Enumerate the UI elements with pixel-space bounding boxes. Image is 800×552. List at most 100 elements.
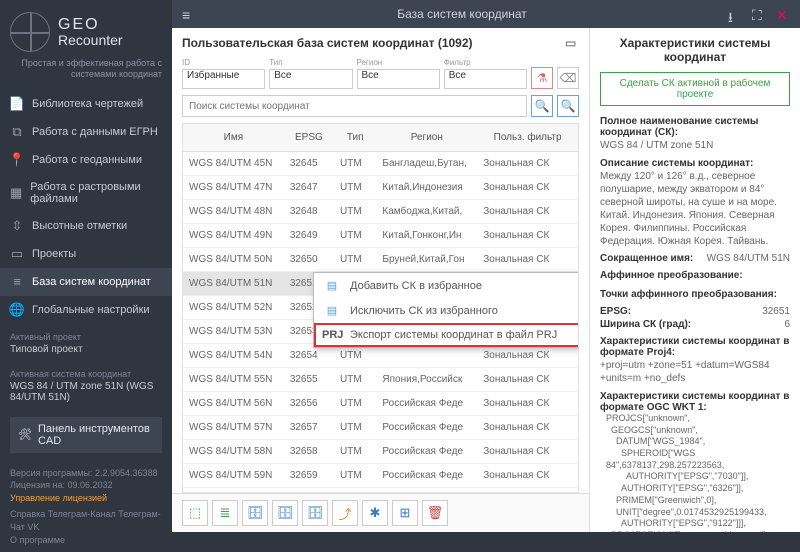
search-settings-icon[interactable]: 🔍 [557,95,579,117]
ctx-remove-favorite[interactable]: ▤Исключить СК из избранного [314,298,579,323]
cell: Бангладеш,Бутан, [376,152,477,176]
cell: Зональная СК [477,176,578,200]
col-header[interactable]: EPSG [284,124,334,152]
brand-tagline: Простая и эффективная работа с системами… [0,56,172,90]
cs-table-wrap: ИмяEPSGТипРегионПольз. фильтр WGS 84/UTM… [182,123,579,493]
menu-icon[interactable]: ≡ [182,7,196,21]
filter-user-select[interactable]: Все [444,69,527,89]
brand-line1: GEO [58,17,123,33]
nav-icon: ▦ [10,186,22,200]
tb-db5[interactable]: 🗄 [302,500,328,526]
table-row[interactable]: WGS 84/UTM 58N32658UTMРоссийская ФедеЗон… [183,440,578,464]
ctx-add-favorite[interactable]: ▤Добавить СК в избранное [314,273,579,298]
nav-item-0[interactable]: 📄Библиотека чертежей [0,90,172,118]
table-title: Пользовательская база систем координат (… [182,36,473,50]
col-header[interactable]: Тип [334,124,376,152]
filter-user-label: Фильтр [444,58,527,67]
prop-desc-label: Описание системы координат: [600,158,790,169]
main-nav: 📄Библиотека чертежей⧉Работа с данными ЕГ… [0,90,172,324]
tb-db3[interactable]: 🗄 [242,500,268,526]
nav-item-5[interactable]: ▭Проекты [0,240,172,268]
cell: UTM [334,152,376,176]
table-row[interactable]: WGS 84/UTM 55N32655UTMЯпония,РоссийскЗон… [183,368,578,392]
prop-aff-label: Аффинное преобразование: [600,270,790,281]
cell: 32658 [284,440,334,464]
table-row[interactable]: WGS 84/UTM 59N32659UTMРоссийская ФедеЗон… [183,464,578,488]
tb-net[interactable]: ✱ [362,500,388,526]
tb-db2[interactable]: ≣ [212,500,238,526]
nav-icon: 🌐 [10,303,24,317]
nav-label: Высотные отметки [32,220,127,232]
cell: 32656 [284,392,334,416]
filter-id-select[interactable]: Избранные [182,69,265,89]
manage-license-link[interactable]: Управление лицензией [10,492,162,505]
filter-clear-icon[interactable]: ⌫ [557,67,579,89]
prop-width-label: Ширина СК (град): [600,319,691,330]
cell: UTM [334,248,376,272]
cell: 32659 [284,464,334,488]
nav-item-3[interactable]: ▦ Работа с растровыми файлами [0,174,172,212]
col-header[interactable]: Польз. фильтр [477,124,578,152]
nav-label: База систем координат [32,276,151,288]
nav-item-6[interactable]: ≡База систем координат [0,268,172,296]
cell: WGS 84/UTM 51N [183,272,284,296]
table-row[interactable]: WGS 84/UTM 50N32650UTMБруней,Китай,ГонЗо… [183,248,578,272]
filter-id-label: ID [182,58,265,67]
table-row[interactable]: WGS 84/UTM 48N32648UTMКамбоджа,Китай,Зон… [183,200,578,224]
active-project-value: Типовой проект [0,344,172,361]
col-header[interactable]: Регион [376,124,477,152]
download-icon[interactable]: ⭳ [728,7,742,21]
table-row[interactable]: WGS 84/UTM 45N32645UTMБангладеш,Бутан,Зо… [183,152,578,176]
nav-icon: ⇳ [10,219,24,233]
cad-tools-button[interactable]: 🛠Панель инструментов CAD [10,417,162,453]
nav-item-4[interactable]: ⇳ Высотные отметки [0,212,172,240]
cell: WGS 84/UTM 48N [183,200,284,224]
cell: WGS 84/UTM 58N [183,440,284,464]
table-row[interactable]: WGS 84/UTM 56N32656UTMРоссийская ФедеЗон… [183,392,578,416]
nav-item-2[interactable]: 📍Работа с геоданными [0,146,172,174]
about-link[interactable]: О программе [10,534,162,547]
search-icon[interactable]: 🔍 [531,95,553,117]
center-panel: Пользовательская база систем координат (… [172,28,590,532]
nav-label: Работа с растровыми файлами [30,181,162,205]
tb-grid[interactable]: ⊞ [392,500,418,526]
filter-funnel-icon[interactable]: ⚗ [531,67,553,89]
cell: WGS 84/UTM 45N [183,152,284,176]
prop-name-label: Полное наименование системы координат (С… [600,116,790,138]
filter-region-select[interactable]: Все [357,69,440,89]
cell: WGS 84/UTM 56N [183,392,284,416]
prop-epsg-label: EPSG: [600,306,631,317]
nav-label: Работа с данными ЕГРН [32,126,158,138]
nav-item-1[interactable]: ⧉Работа с данными ЕГРН [0,118,172,146]
table-row[interactable]: WGS 84/UTM 47N32647UTMКитай,ИндонезияЗон… [183,176,578,200]
ctx-export-prj[interactable]: PRJЭкспорт системы координат в файл PRJ [314,323,579,347]
tb-export[interactable]: ⤴ [332,500,358,526]
nav-label: Глобальные настройки [32,304,150,316]
close-icon[interactable]: ✕ [776,7,790,21]
make-active-button[interactable]: Сделать СК активной в рабочем проекте [600,72,790,106]
cell: 32648 [284,200,334,224]
filter-type-select[interactable]: Все [269,69,352,89]
sidebar: GEO Recounter Простая и эффективная рабо… [0,0,172,532]
fullscreen-icon[interactable]: ⛶ [752,7,766,21]
globe-icon [10,12,50,52]
collapse-icon[interactable]: ▭ [565,36,579,50]
tb-del[interactable]: 🗑 [422,500,448,526]
tb-db4[interactable]: 🗄 [272,500,298,526]
cell: 32657 [284,416,334,440]
prop-proj4-value: +proj=utm +zone=51 +datum=WGS84 +units=m… [600,359,790,385]
nav-label: Работа с геоданными [32,154,142,166]
cell: 32655 [284,368,334,392]
col-header[interactable]: Имя [183,124,284,152]
nav-item-7[interactable]: 🌐 Глобальные настройки [0,296,172,324]
table-row[interactable]: WGS 84/UTM 49N32649UTMКитай,Гонконг,ИнЗо… [183,224,578,248]
prop-wkt-label: Характеристики системы координат в форма… [600,391,790,413]
filter-region-label: Регион [357,58,440,67]
search-input[interactable] [182,95,527,117]
cell: 32649 [284,224,334,248]
cell: Зональная СК [477,464,578,488]
tools-icon: 🛠 [18,428,32,441]
table-row[interactable]: WGS 84/UTM 57N32657UTMРоссийская ФедеЗон… [183,416,578,440]
tb-db1[interactable]: ⬚ [182,500,208,526]
footer-links[interactable]: Справка Телеграм-Канал Телеграм-Чат VK [10,508,162,533]
